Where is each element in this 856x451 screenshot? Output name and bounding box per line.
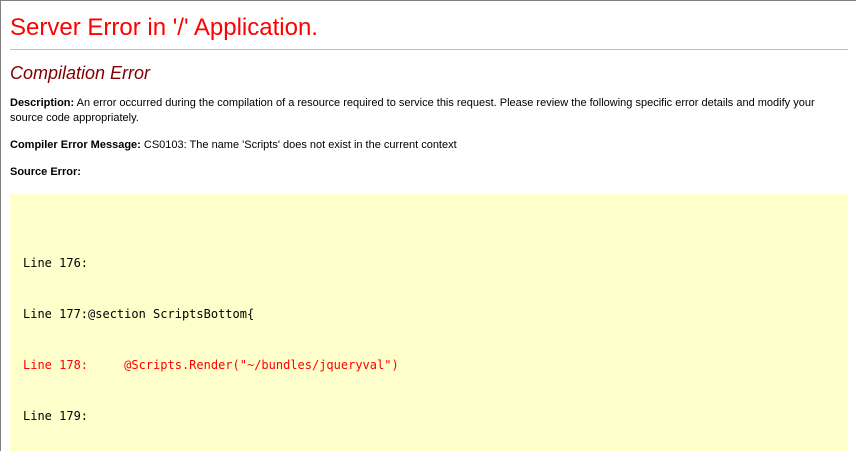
source-error-heading: Source Error: bbox=[10, 165, 848, 180]
title-divider bbox=[10, 49, 848, 50]
compiler-error-text: CS0103: The name 'Scripts' does not exis… bbox=[144, 139, 457, 151]
compiler-error-paragraph: Compiler Error Message: CS0103: The name… bbox=[10, 138, 848, 153]
code-line: Line 176: bbox=[23, 255, 838, 272]
code-line: Line 177:@section ScriptsBottom{ bbox=[23, 306, 838, 323]
description-text: An error occurred during the compilation… bbox=[10, 97, 815, 124]
error-type-heading: Compilation Error bbox=[10, 63, 848, 84]
compiler-error-label: Compiler Error Message: bbox=[10, 139, 141, 151]
error-page: Server Error in '/' Application. Compila… bbox=[0, 0, 856, 451]
code-line-highlighted: Line 178: @Scripts.Render("~/bundles/jqu… bbox=[23, 357, 838, 374]
page-title: Server Error in '/' Application. bbox=[10, 15, 848, 41]
source-error-label: Source Error: bbox=[10, 166, 81, 178]
description-label: Description: bbox=[10, 97, 74, 109]
description-paragraph: Description: An error occurred during th… bbox=[10, 96, 848, 126]
source-error-code-box: Line 176: Line 177:@section ScriptsBotto… bbox=[10, 194, 848, 451]
code-line: Line 179: bbox=[23, 408, 838, 425]
